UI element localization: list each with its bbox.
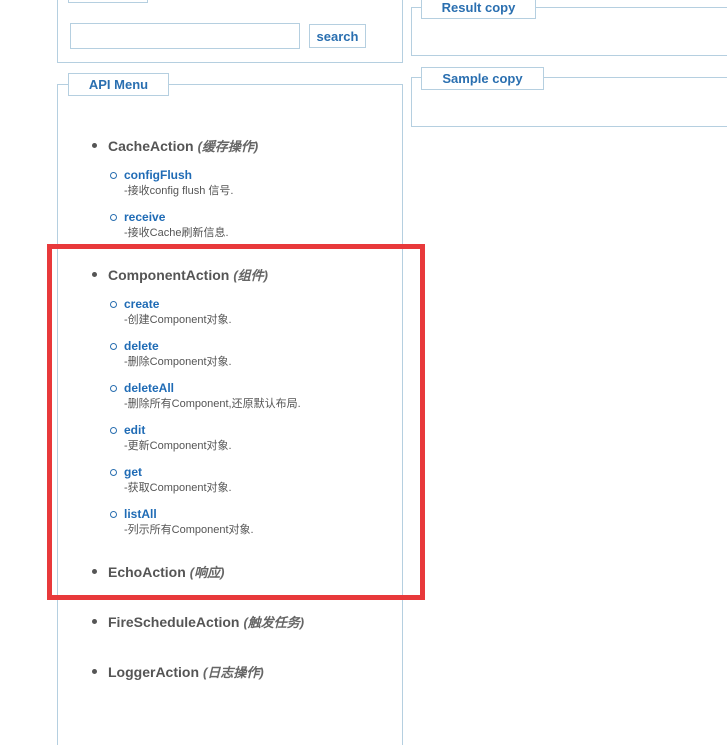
section-name: FireScheduleAction bbox=[108, 614, 240, 630]
action-list: create -创建Component对象. delete -删除Compone… bbox=[108, 296, 391, 538]
action-link-delete[interactable]: delete bbox=[124, 338, 391, 354]
search-panel-tab bbox=[68, 0, 148, 3]
sample-copy-legend: Sample copy bbox=[421, 67, 544, 90]
action-list: configFlush -接收config flush 信号. receive … bbox=[108, 167, 391, 241]
api-menu-legend: API Menu bbox=[68, 73, 169, 96]
action-description: -更新Component对象. bbox=[124, 440, 232, 452]
page: search Result copy Sample copy API Menu … bbox=[0, 0, 727, 745]
action-link-create[interactable]: create bbox=[124, 296, 391, 312]
list-item: configFlush -接收config flush 信号. bbox=[110, 167, 391, 199]
section-name: ComponentAction bbox=[108, 267, 230, 283]
action-description: -列示所有Component对象. bbox=[124, 524, 254, 536]
menu-section-cacheaction: CacheAction (缓存操作) configFlush -接收config … bbox=[91, 136, 391, 241]
api-menu-list: CacheAction (缓存操作) configFlush -接收config … bbox=[91, 136, 391, 707]
result-copy-legend: Result copy bbox=[421, 0, 536, 19]
section-heading: FireScheduleAction (触发任务) bbox=[108, 612, 391, 633]
section-heading: ComponentAction (组件) bbox=[108, 265, 391, 286]
action-link-edit[interactable]: edit bbox=[124, 422, 391, 438]
action-description: -接收Cache刷新信息. bbox=[124, 227, 229, 239]
section-subtitle: (缓存操作) bbox=[197, 139, 259, 154]
section-name: CacheAction bbox=[108, 138, 194, 154]
section-heading: LoggerAction (日志操作) bbox=[108, 662, 391, 683]
action-description: -删除所有Component,还原默认布局. bbox=[124, 398, 301, 410]
action-link-get[interactable]: get bbox=[124, 464, 391, 480]
list-item: delete -删除Component对象. bbox=[110, 338, 391, 370]
action-link-configflush[interactable]: configFlush bbox=[124, 167, 391, 183]
section-subtitle: (组件) bbox=[233, 268, 268, 283]
action-description: -获取Component对象. bbox=[124, 482, 232, 494]
list-item: get -获取Component对象. bbox=[110, 464, 391, 496]
list-item: edit -更新Component对象. bbox=[110, 422, 391, 454]
action-description: -删除Component对象. bbox=[124, 356, 232, 368]
section-heading: CacheAction (缓存操作) bbox=[108, 136, 391, 157]
action-link-deleteall[interactable]: deleteAll bbox=[124, 380, 391, 396]
search-input[interactable] bbox=[70, 23, 300, 49]
list-item: receive -接收Cache刷新信息. bbox=[110, 209, 391, 241]
section-name: LoggerAction bbox=[108, 664, 199, 680]
menu-section-componentaction: ComponentAction (组件) create -创建Component对… bbox=[91, 265, 391, 538]
search-button[interactable]: search bbox=[309, 24, 366, 48]
list-item: deleteAll -删除所有Component,还原默认布局. bbox=[110, 380, 391, 412]
section-name: EchoAction bbox=[108, 564, 186, 580]
action-description: -创建Component对象. bbox=[124, 314, 232, 326]
list-item: listAll -列示所有Component对象. bbox=[110, 506, 391, 538]
section-subtitle: (日志操作) bbox=[203, 665, 264, 680]
menu-section-firescheduleaction: FireScheduleAction (触发任务) bbox=[91, 612, 391, 633]
section-subtitle: (触发任务) bbox=[243, 615, 305, 630]
list-item: create -创建Component对象. bbox=[110, 296, 391, 328]
section-heading: EchoAction (响应) bbox=[108, 562, 391, 583]
menu-section-loggeraction: LoggerAction (日志操作) bbox=[91, 662, 391, 683]
menu-section-echoaction: EchoAction (响应) bbox=[91, 562, 391, 583]
section-subtitle: (响应) bbox=[189, 565, 225, 580]
action-link-listall[interactable]: listAll bbox=[124, 506, 391, 522]
action-description: -接收config flush 信号. bbox=[124, 185, 234, 197]
action-link-receive[interactable]: receive bbox=[124, 209, 391, 225]
